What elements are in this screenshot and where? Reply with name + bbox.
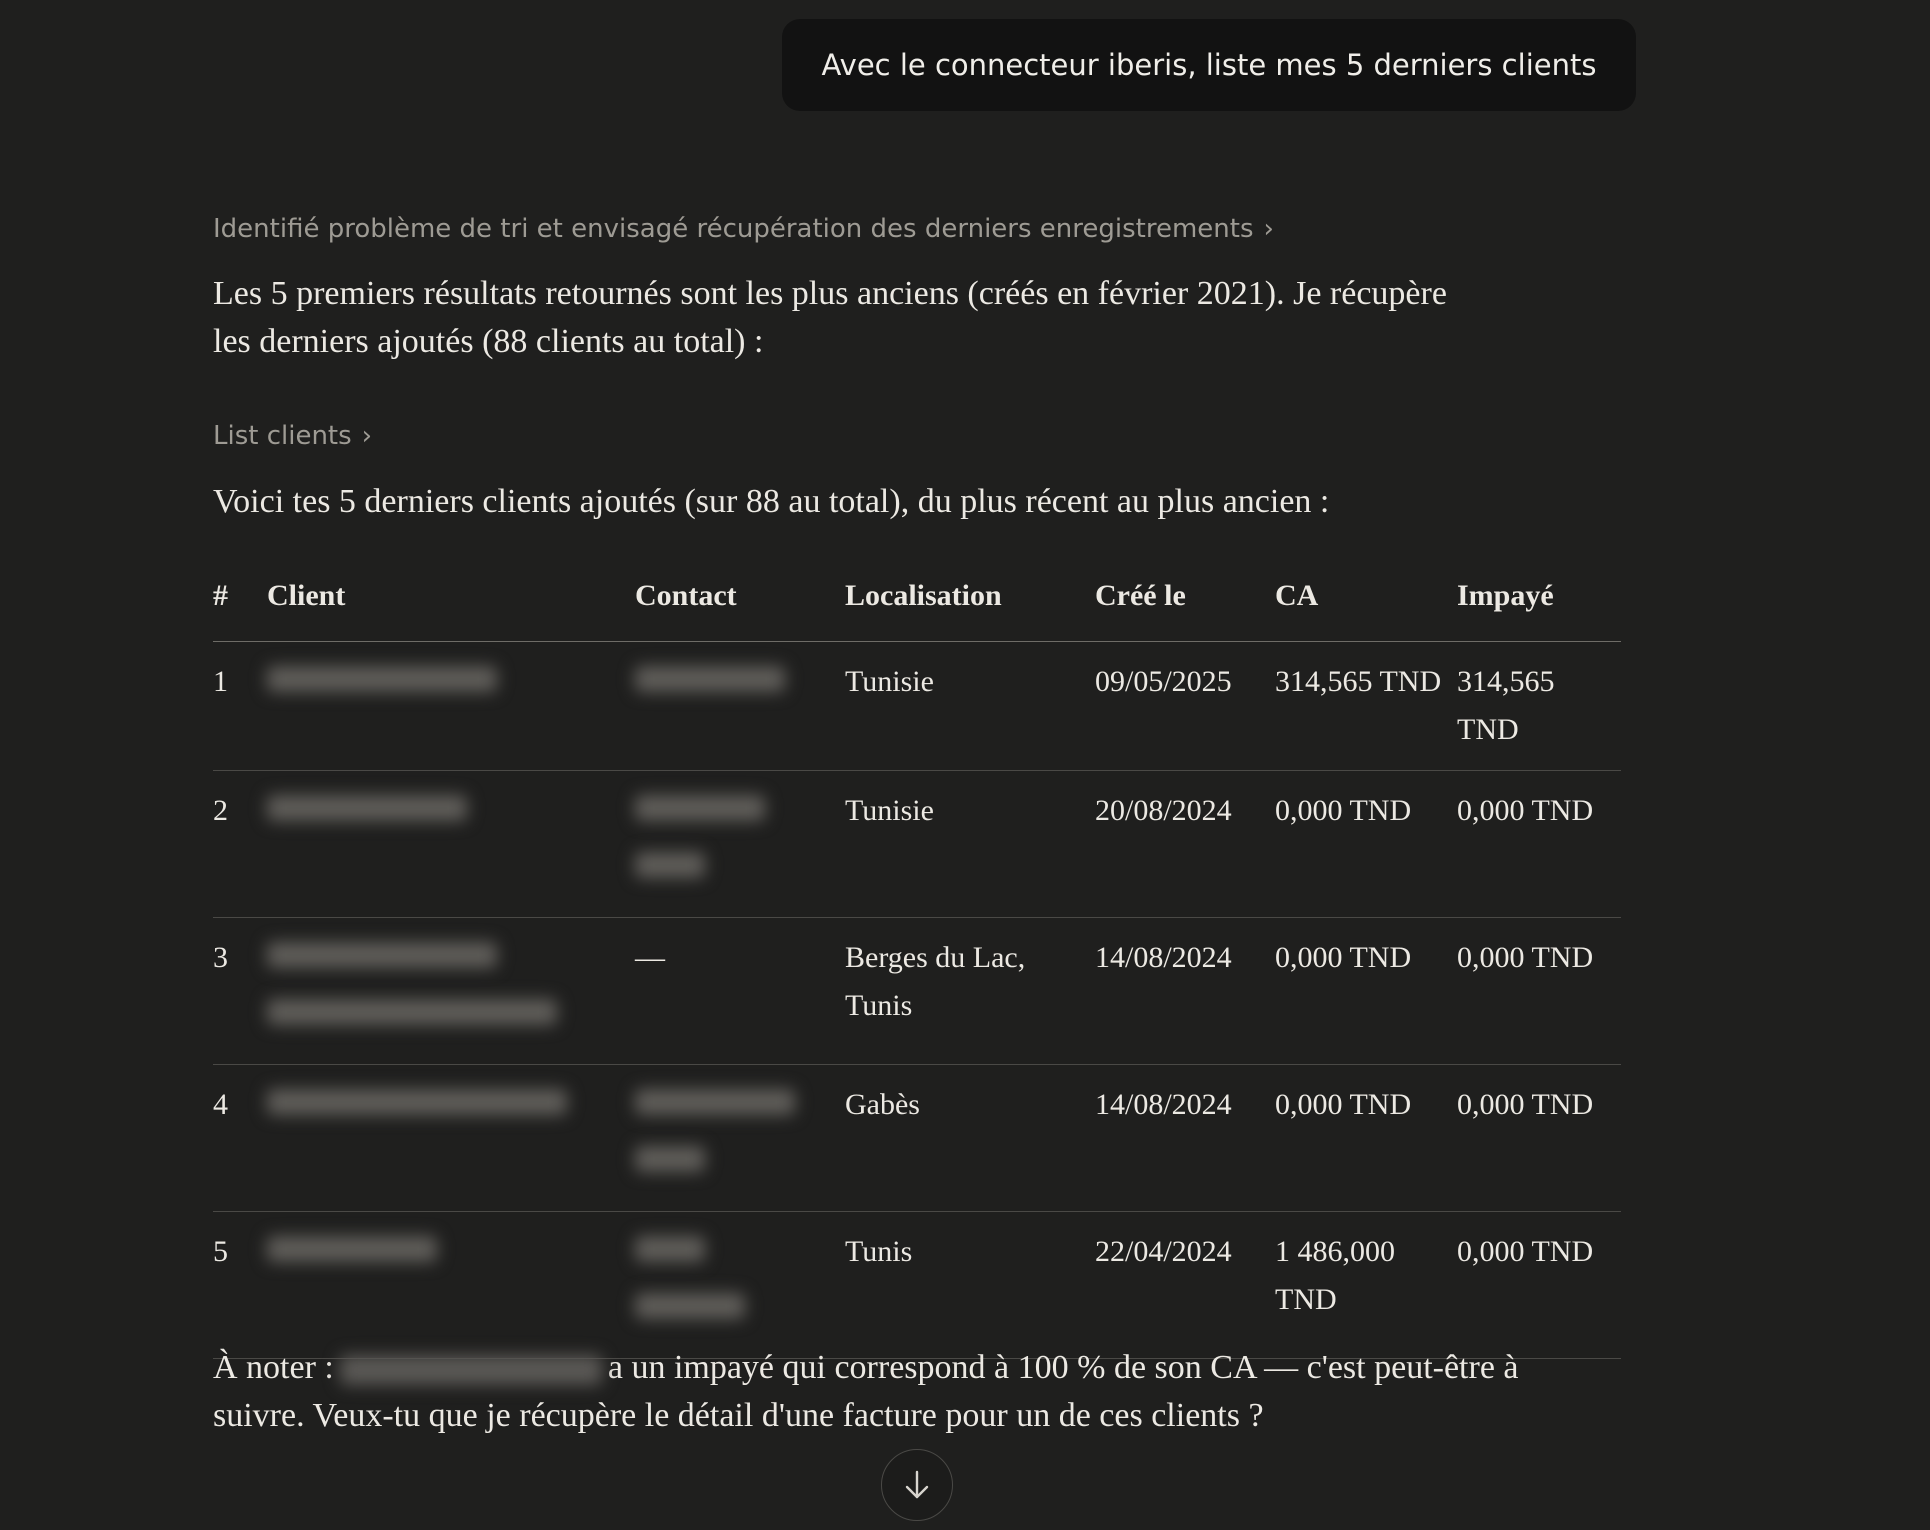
user-message-bubble: Avec le connecteur iberis, liste mes 5 d… — [782, 19, 1636, 111]
cell-location: Tunisie — [845, 770, 1095, 918]
user-message-text: Avec le connecteur iberis, liste mes 5 d… — [821, 48, 1597, 82]
cell-client-redacted — [267, 641, 635, 771]
cell-location: Tunisie — [845, 641, 1095, 771]
cell-created: 14/08/2024 — [1095, 917, 1275, 1065]
note-suffix: a un impayé qui correspond à 100 % de so… — [607, 1349, 1519, 1386]
cell-created: 14/08/2024 — [1095, 1064, 1275, 1212]
redacted-client-name — [339, 1355, 602, 1386]
cell-num: 4 — [213, 1064, 267, 1212]
paragraph-1-line-1: Les 5 premiers résultats retournés sont … — [213, 275, 1447, 312]
header-contact: Contact — [635, 563, 845, 642]
cell-num: 2 — [213, 770, 267, 918]
cell-contact-redacted — [635, 1064, 845, 1212]
cell-client-redacted — [267, 770, 635, 918]
cell-location: Gabès — [845, 1064, 1095, 1212]
cell-contact-redacted — [635, 770, 845, 918]
cell-created: 20/08/2024 — [1095, 770, 1275, 918]
thinking-summary-label: Identifié problème de tri et envisagé ré… — [213, 214, 1254, 244]
cell-contact: — — [635, 917, 845, 1065]
note-line-2: suivre. Veux-tu que je récupère le détai… — [213, 1397, 1264, 1434]
header-unpaid: Impayé — [1457, 563, 1621, 642]
assistant-intro: Voici tes 5 derniers clients ajoutés (su… — [213, 478, 1593, 526]
intro-text: Voici tes 5 derniers clients ajoutés (su… — [213, 483, 1330, 520]
header-location: Localisation — [845, 563, 1095, 642]
cell-client-redacted — [267, 1064, 635, 1212]
cell-unpaid: 0,000 TND — [1457, 1064, 1621, 1212]
header-created: Créé le — [1095, 563, 1275, 642]
chevron-right-icon: › — [361, 421, 373, 451]
cell-client-redacted — [267, 917, 635, 1065]
cell-unpaid: 314,565 TND — [1457, 641, 1621, 771]
header-ca: CA — [1275, 563, 1457, 642]
chevron-right-icon: › — [1263, 214, 1274, 244]
header-client: Client — [267, 563, 635, 642]
cell-unpaid: 0,000 TND — [1457, 917, 1621, 1065]
clients-table: # Client Contact Localisation Créé le CA… — [213, 563, 1621, 1359]
tool-call-label: List clients — [213, 421, 352, 451]
table-row: 2 Tunisie 20/08/2024 0,000 TND 0,000 TND — [213, 770, 1621, 918]
table-header-row: # Client Contact Localisation Créé le CA… — [213, 563, 1621, 642]
cell-ca: 0,000 TND — [1275, 1064, 1457, 1212]
table-row: 3 — Berges du Lac, Tunis 14/08/2024 0,00… — [213, 917, 1621, 1065]
cell-created: 09/05/2025 — [1095, 641, 1275, 771]
cell-client-redacted — [267, 1211, 635, 1359]
cell-location: Tunis — [845, 1211, 1095, 1359]
cell-ca: 0,000 TND — [1275, 917, 1457, 1065]
tool-call-toggle[interactable]: List clients › — [213, 421, 372, 451]
thinking-summary-toggle[interactable]: Identifié problème de tri et envisagé ré… — [213, 214, 1274, 244]
cell-created: 22/04/2024 — [1095, 1211, 1275, 1359]
cell-contact-redacted — [635, 1211, 845, 1359]
cell-num: 1 — [213, 641, 267, 771]
paragraph-1-line-2: les derniers ajoutés (88 clients au tota… — [213, 323, 764, 360]
header-num: # — [213, 563, 267, 642]
note-prefix: À noter : — [213, 1349, 334, 1386]
cell-ca: 314,565 TND — [1275, 641, 1457, 771]
cell-location: Berges du Lac, Tunis — [845, 917, 1095, 1065]
cell-ca: 1 486,000 TND — [1275, 1211, 1457, 1359]
table-row: 1 Tunisie 09/05/2025 314,565 TND 314,565… — [213, 641, 1621, 771]
table-row: 4 Gabès 14/08/2024 0,000 TND 0,000 TND — [213, 1064, 1621, 1212]
arrow-down-icon — [905, 1470, 929, 1499]
assistant-paragraph-1: Les 5 premiers résultats retournés sont … — [213, 270, 1593, 366]
cell-unpaid: 0,000 TND — [1457, 770, 1621, 918]
cell-contact-redacted — [635, 641, 845, 771]
assistant-note: À noter : a un impayé qui correspond à 10… — [213, 1344, 1593, 1440]
scroll-to-bottom-button[interactable] — [881, 1449, 953, 1521]
cell-unpaid: 0,000 TND — [1457, 1211, 1621, 1359]
cell-num: 5 — [213, 1211, 267, 1359]
table-row: 5 Tunis 22/04/2024 1 486,000 TND 0,000 T… — [213, 1211, 1621, 1359]
cell-num: 3 — [213, 917, 267, 1065]
cell-ca: 0,000 TND — [1275, 770, 1457, 918]
